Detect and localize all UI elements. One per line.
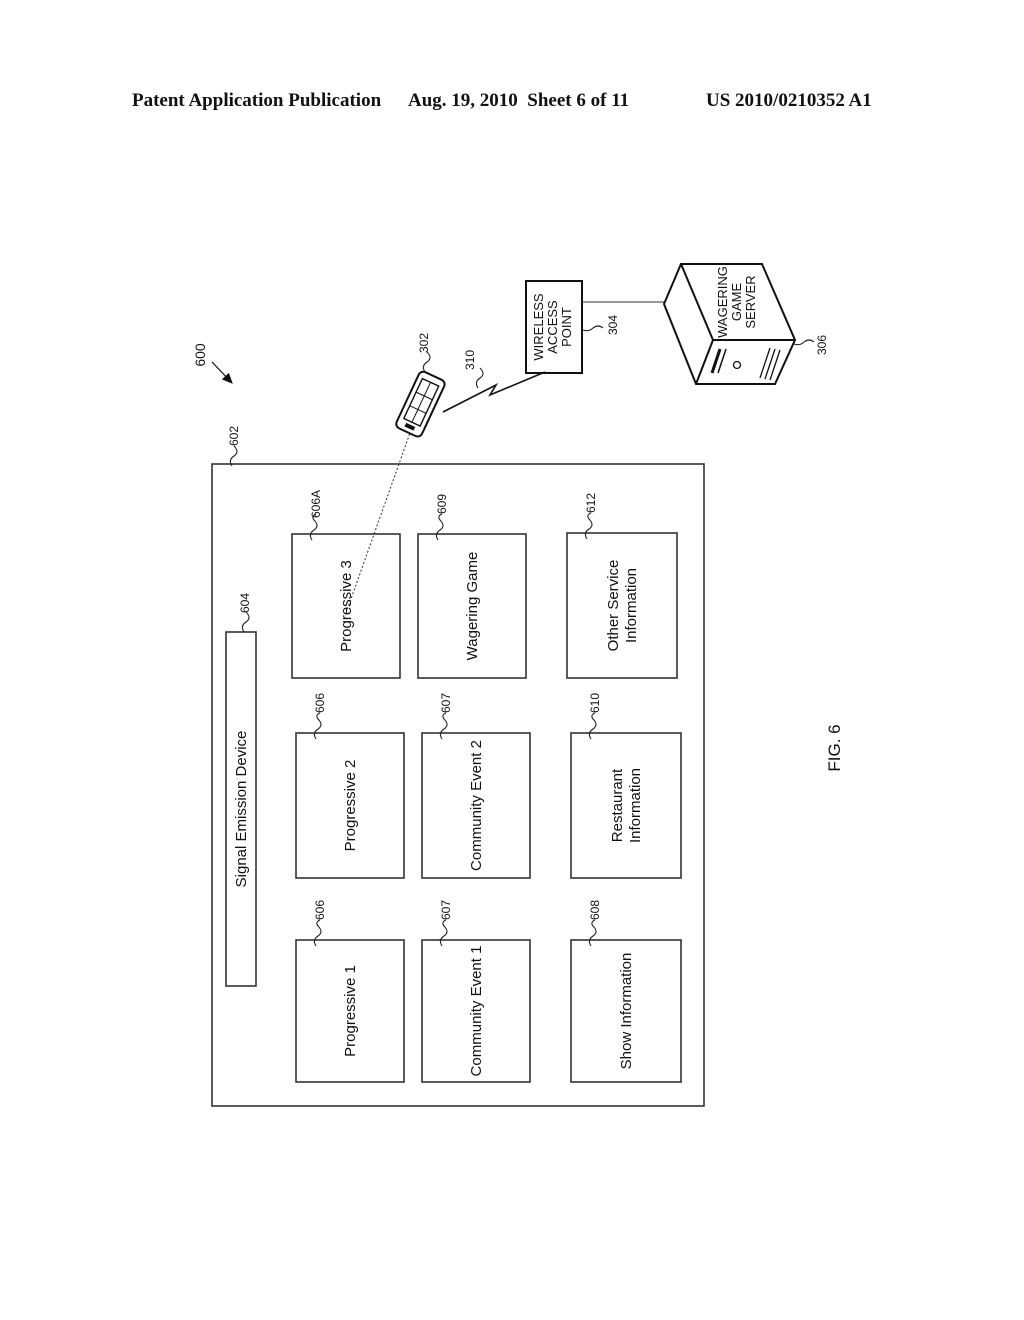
panel-ref-leader (588, 919, 597, 947)
panel-border (566, 532, 678, 679)
server-power-button-icon (732, 360, 742, 370)
signal-emission-device-label: Signal Emission Device (233, 731, 250, 888)
panel-ref-label: 612 (584, 493, 598, 513)
system-ref-label: 600 (192, 343, 208, 367)
panel-ref-leader (313, 919, 322, 947)
panel-ref-label: 608 (588, 900, 602, 920)
server-label-line-3: SERVER (743, 275, 758, 328)
display-panel-tile: Progressive 3 606A (291, 490, 401, 679)
panel-ref-leader (313, 712, 322, 740)
panel-ref-leader (439, 712, 448, 740)
panel-ref-label: 610 (588, 693, 602, 713)
panel-label: Restaurant (609, 768, 626, 842)
panel-border (570, 732, 682, 879)
display-panel-tile: Other Service Information 612 (566, 493, 678, 679)
panel-ref-leader (439, 919, 448, 947)
access-point-label-line-2: ACCESS (545, 300, 560, 354)
access-point-ref-leader (582, 325, 604, 332)
wagering-game-server: WAGERING GAME SERVER 306 (662, 263, 829, 385)
panel-label: Information (627, 768, 644, 843)
panel-label: Other Service (605, 560, 622, 652)
display-panel-tile: Community Event 2 607 (421, 693, 531, 879)
mobile-device-ref-leader (422, 351, 431, 373)
panel-label: Wagering Game (464, 552, 481, 661)
signal-emission-device: Signal Emission Device 604 (225, 593, 257, 987)
display-panel-tile: Restaurant Information 610 (570, 693, 682, 879)
panel-label: Progressive 3 (338, 560, 355, 652)
server-label-line-1: WAGERING (715, 266, 730, 338)
figure-6-diagram: 600 602 Signal Emission Device 604 Progr… (192, 263, 844, 1107)
wireless-link-ref-leader (475, 367, 484, 389)
panel-ref-leader (584, 512, 593, 540)
figure-caption: FIG. 6 (825, 724, 844, 771)
panel-label: Progressive 1 (342, 965, 359, 1057)
access-point-ref-label: 304 (606, 315, 620, 335)
access-point-label-line-1: WIRELESS (531, 293, 546, 361)
display-panel-tile: Community Event 1 607 (421, 900, 531, 1083)
wireless-link-lightning (442, 371, 546, 413)
panel-ref-label: 607 (439, 693, 453, 713)
panel-label: Information (623, 568, 640, 643)
display-ref-label: 602 (227, 426, 241, 446)
panel-ref-leader (588, 712, 597, 740)
mobile-device-icon (395, 370, 446, 438)
display-panel-tile: Progressive 1 606 (295, 900, 405, 1083)
panel-ref-label: 606 (313, 900, 327, 920)
panel-label: Community Event 2 (468, 740, 485, 871)
panel-label: Community Event 1 (468, 946, 485, 1077)
wireless-link-ref-label: 310 (463, 350, 477, 370)
mobile-device-ref-label: 302 (417, 333, 431, 353)
display-panel-tile: Progressive 2 606 (295, 693, 405, 879)
server-ref-label: 306 (815, 335, 829, 355)
panel-ref-label: 606 (313, 693, 327, 713)
display-panel-tile: Wagering Game 609 (417, 494, 527, 679)
panel-label: Show Information (618, 953, 635, 1070)
signal-device-ref-label: 604 (238, 593, 252, 613)
wireless-access-point: WIRELESS ACCESS POINT 304 (525, 280, 620, 374)
panel-ref-leader (435, 513, 444, 541)
access-point-label-line-3: POINT (559, 307, 574, 347)
panel-ref-label: 609 (435, 494, 449, 514)
server-label-line-2: GAME (729, 283, 744, 322)
display-ref-leader (229, 445, 238, 467)
panel-ref-label: 606A (309, 490, 323, 518)
panel-ref-label: 607 (439, 900, 453, 920)
server-ref-leader (793, 339, 815, 346)
panel-label: Progressive 2 (342, 760, 359, 852)
display-panel-tile: Show Information 608 (570, 900, 682, 1083)
system-pointer-arrow (211, 361, 233, 384)
signal-device-ref-leader (241, 611, 250, 633)
